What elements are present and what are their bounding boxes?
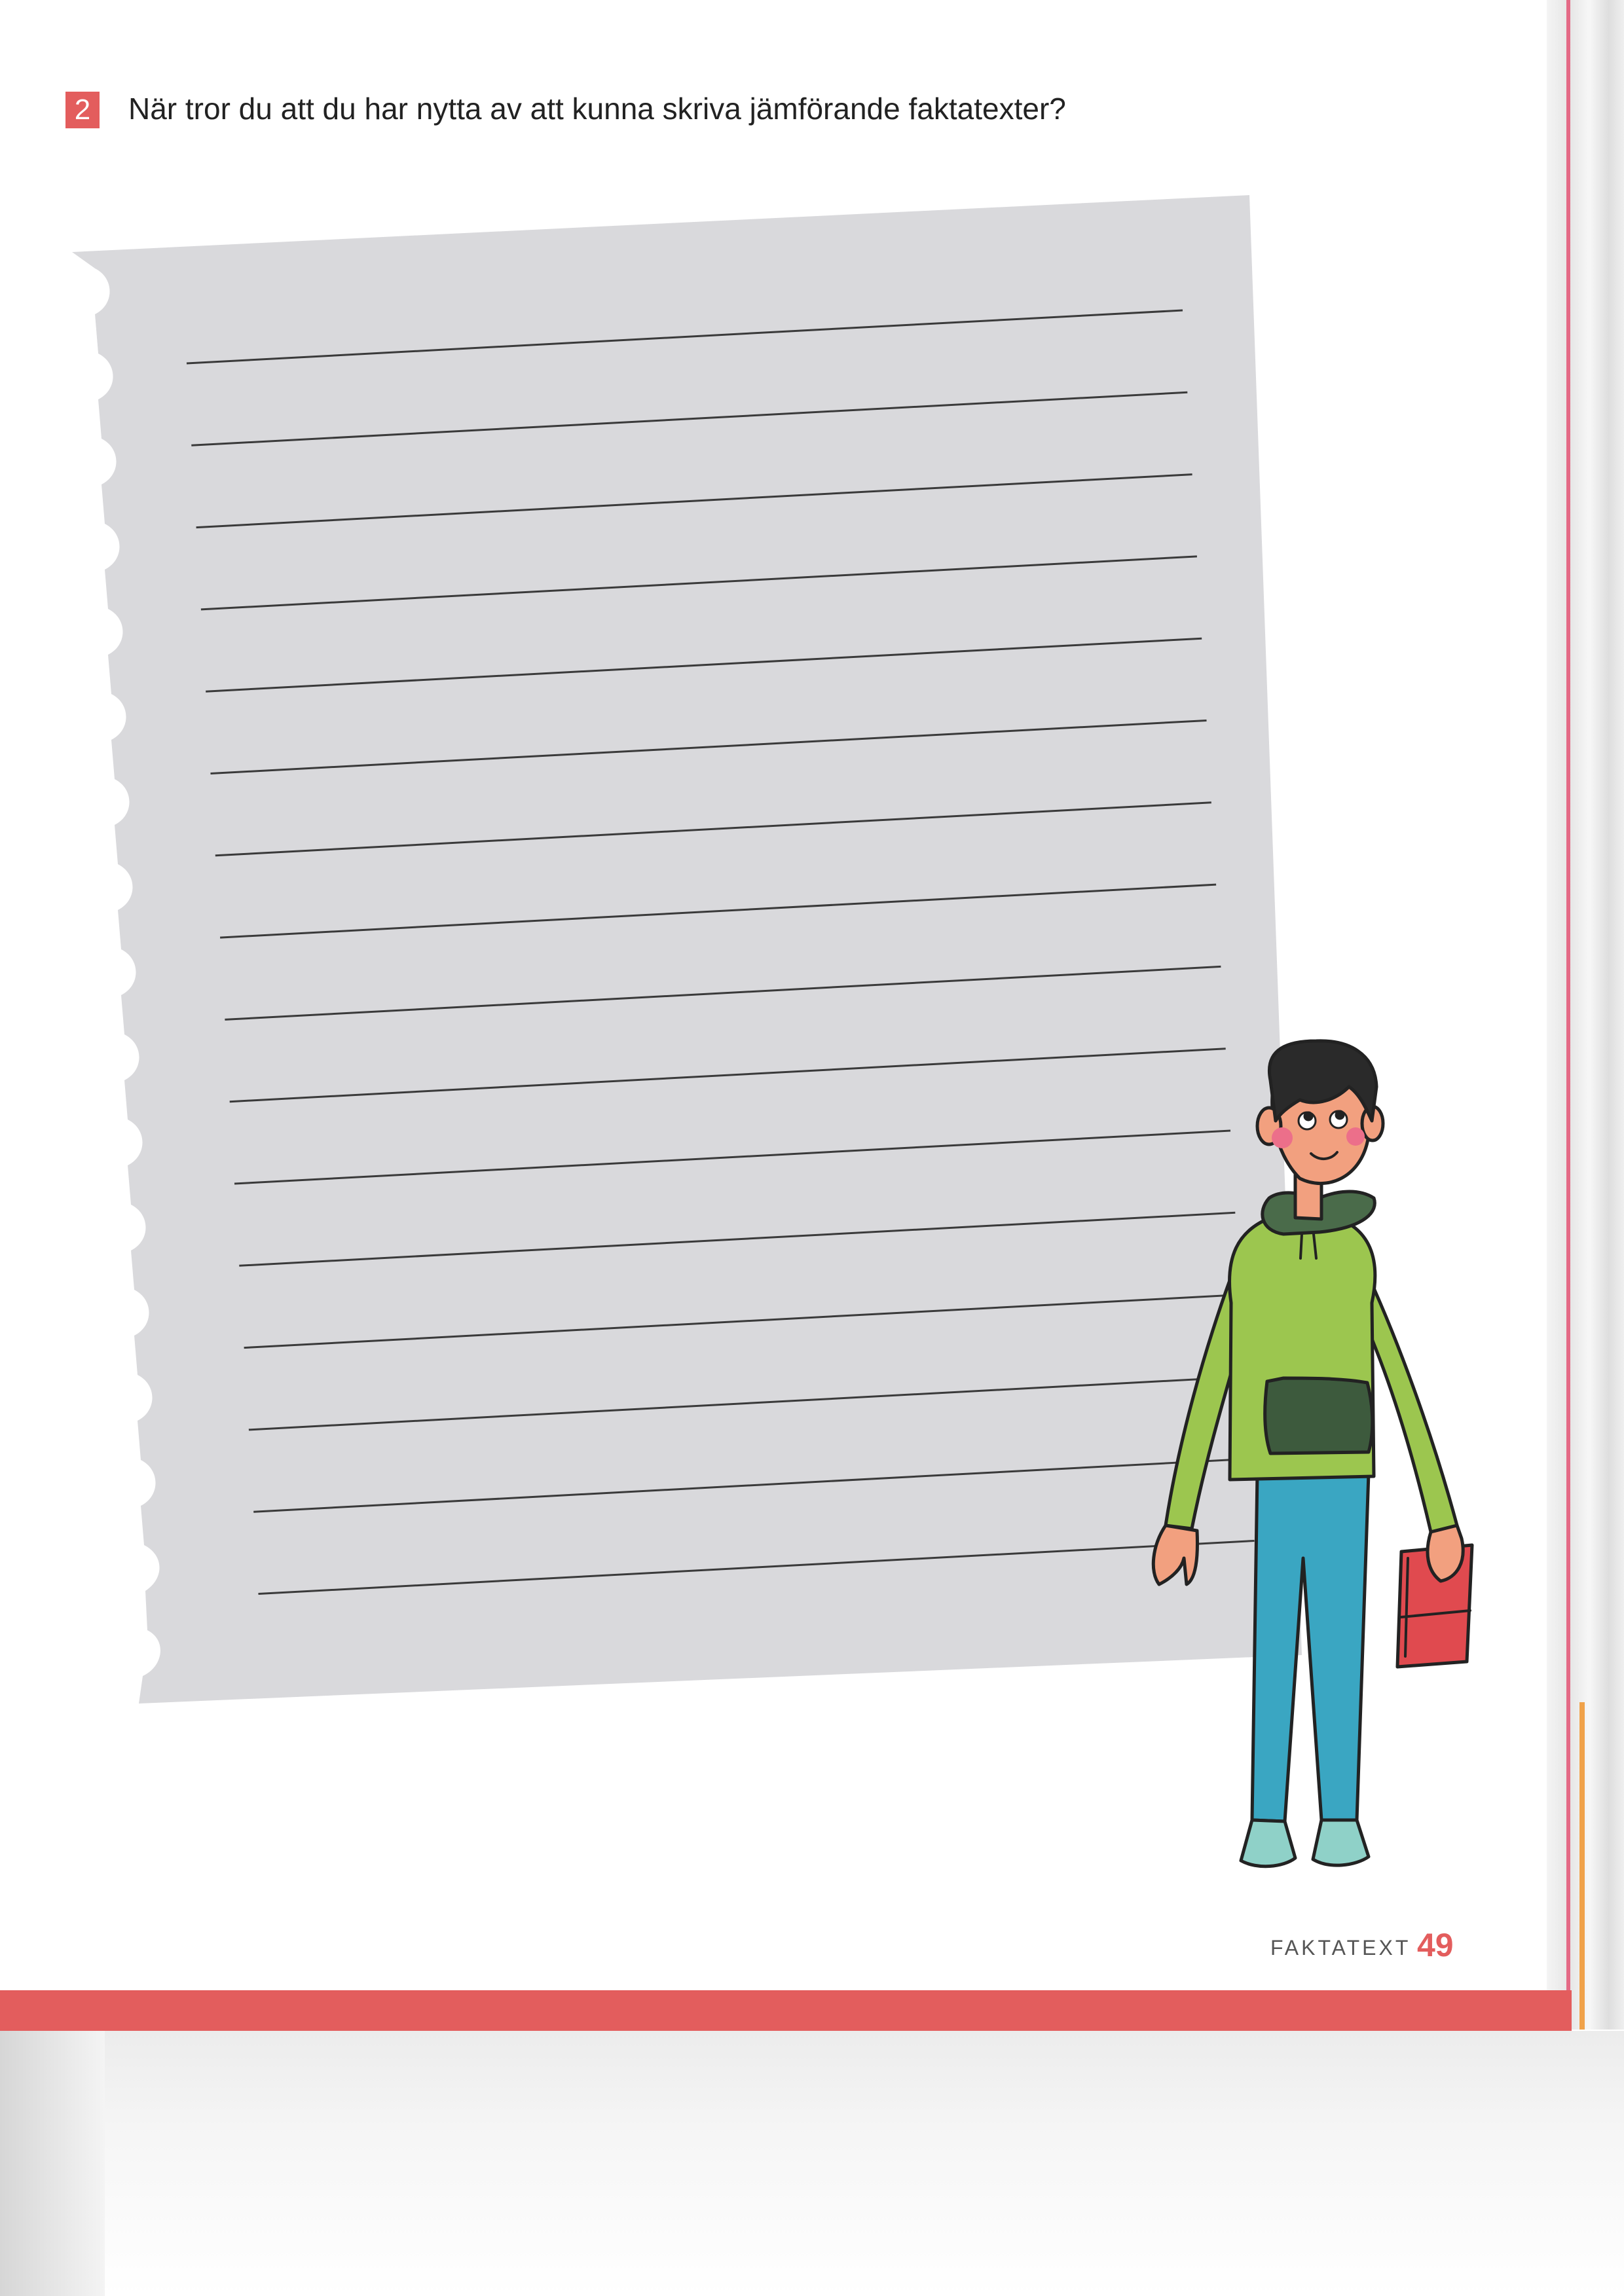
- scan-shadow-corner: [0, 2031, 105, 2296]
- boy-left-cheek: [1272, 1127, 1293, 1148]
- scan-shadow-bottom: [0, 2031, 1624, 2296]
- boy-right-arm: [1360, 1275, 1459, 1534]
- hoodie-pocket: [1263, 1376, 1375, 1455]
- footer-section-label: FAKTATEXT: [1270, 1936, 1411, 1959]
- workbook-page: 2 När tror du att du har nytta av att ku…: [0, 0, 1624, 2296]
- boy-right-cheek: [1346, 1127, 1365, 1146]
- bottom-accent-band: [0, 1990, 1572, 2031]
- notebook-sheet: [72, 195, 1302, 1704]
- footer-page-number: 49: [1417, 1927, 1454, 1963]
- boy-socks: [1239, 1818, 1371, 1868]
- boy-trousers: [1250, 1471, 1371, 1823]
